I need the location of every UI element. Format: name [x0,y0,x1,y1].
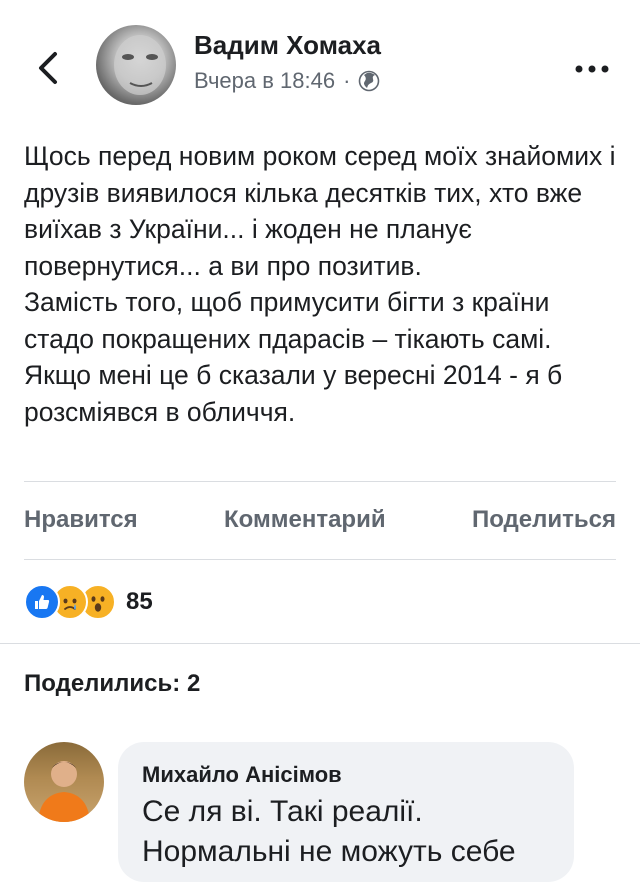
chevron-left-icon [39,52,57,84]
post-timestamp[interactable]: Вчера в 18:46 [194,68,335,94]
meta-separator: · [343,68,351,93]
avatar-face-graphic [114,35,166,95]
reactions-summary[interactable]: 85 [24,584,153,620]
globe-icon [359,70,380,92]
shares-count[interactable]: Поделились: 2 [24,670,200,698]
comment-author[interactable]: Михайло Анісімов [142,762,342,788]
post-paragraph: Замість того, щоб примусити бігти з краї… [24,287,552,354]
divider [0,643,640,644]
post-paragraph: Щось перед новим роком серед моїх знайом… [24,141,616,281]
commenter-avatar[interactable] [24,742,104,822]
ellipsis-icon [575,65,609,73]
comment-text: Се ля ві. Такі реалії. Нормальні не можу… [142,795,516,868]
author-name[interactable]: Вадим Хомаха [194,30,381,61]
comment-bubble[interactable]: Михайло Анісімов Се ля ві. Такі реалії. … [118,742,574,882]
author-avatar[interactable] [96,25,176,105]
reactions-count: 85 [126,588,153,615]
post-paragraph: Якщо мені це б сказали у вересні 2014 - … [24,360,563,427]
back-button[interactable] [28,48,68,88]
post-header: Вадим Хомаха Вчера в 18:46 · [0,0,640,130]
divider [24,559,616,560]
post-actions: Нравится Комментарий Поделиться [24,481,616,559]
more-options-button[interactable] [572,54,612,84]
commenter-photo-graphic [38,761,90,822]
like-button[interactable]: Нравится [24,506,138,534]
like-icon [24,584,60,620]
share-button[interactable]: Поделиться [472,506,616,534]
post-meta: Вчера в 18:46 · [194,68,380,94]
comment-button[interactable]: Комментарий [224,506,386,534]
post-body: Щось перед новим роком серед моїх знайом… [24,138,624,430]
